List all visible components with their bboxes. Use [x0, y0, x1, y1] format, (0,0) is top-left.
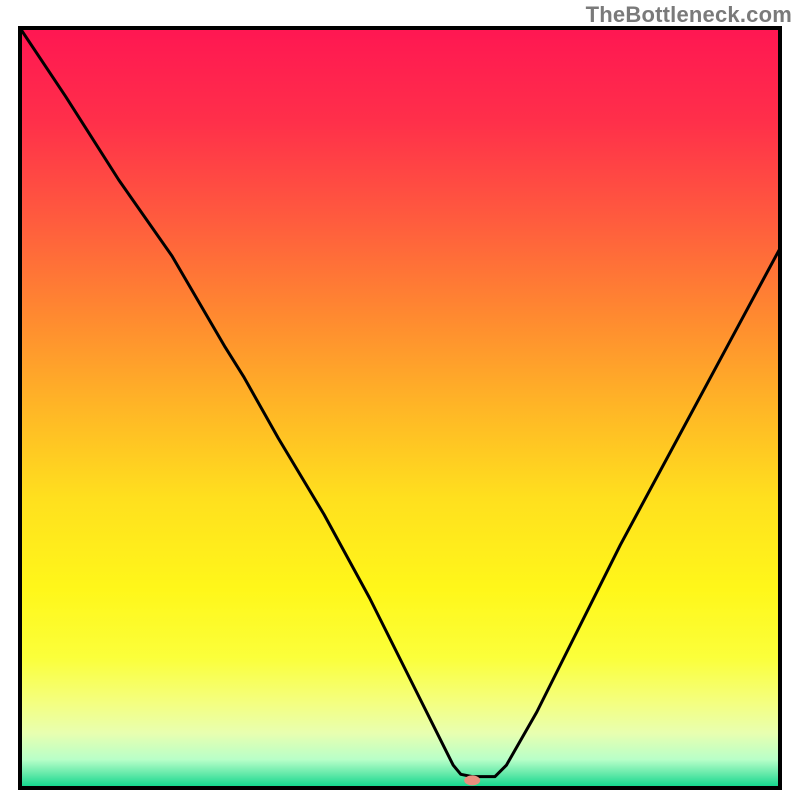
gradient-background: [22, 30, 778, 786]
bottleneck-chart: [0, 0, 800, 800]
optimal-marker: [464, 775, 480, 785]
watermark-text: TheBottleneck.com: [586, 2, 792, 28]
chart-container: TheBottleneck.com: [0, 0, 800, 800]
